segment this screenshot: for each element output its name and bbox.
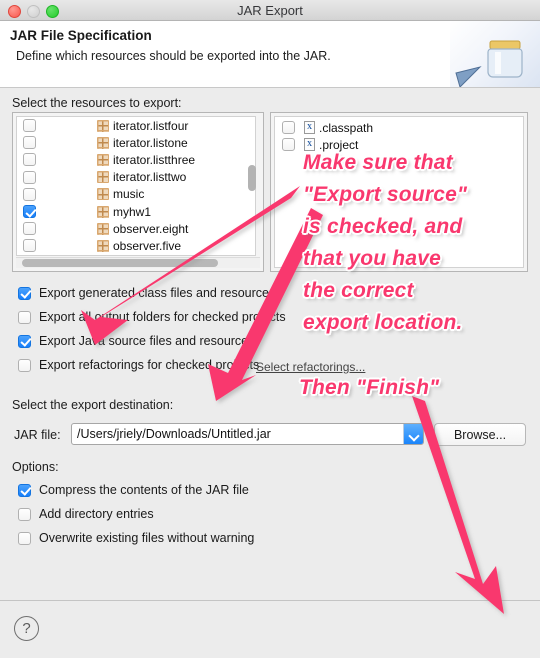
dialog-header: JAR File Specification Define which reso… [0,21,540,88]
checkbox[interactable] [18,358,31,372]
checkbox-checked[interactable] [18,483,31,497]
table-row[interactable]: iterator.listfour [17,117,255,134]
list-item[interactable]: X .classpath [275,117,523,136]
xml-file-icon: X [304,138,315,152]
table-row[interactable]: iterator.listtwo [17,169,255,186]
browse-button[interactable]: Browse... [434,423,526,446]
tree-item-label: iterator.listtwo [113,170,187,185]
export-output-folders-option[interactable]: Export all output folders for checked pr… [18,310,286,324]
checkbox[interactable] [18,310,31,324]
tree-checkbox[interactable] [23,239,36,253]
tree-item-label: observer.five [113,238,182,253]
resource-file-list[interactable]: X .classpath X .project [274,116,524,268]
jar-file-value[interactable]: /Users/jriely/Downloads/Untitled.jar [72,427,403,441]
xml-file-icon: X [304,121,315,135]
export-refactorings-option[interactable]: Export refactorings for checked projects [18,358,259,372]
resource-tree-panel[interactable]: iterator.listfour iterator.listone itera… [12,112,264,272]
tree-checkbox[interactable] [23,119,36,133]
resource-file-panel[interactable]: X .classpath X .project [270,112,528,272]
table-row[interactable]: observer.five [17,237,255,254]
table-row[interactable]: iterator.listthree [17,151,255,168]
export-class-files-option[interactable]: Export generated class files and resourc… [18,286,275,300]
tree-checkbox[interactable] [23,187,36,201]
table-row[interactable]: music [17,186,255,203]
export-destination-label: Select the export destination: [12,398,174,412]
table-row[interactable]: observer.four [17,255,255,256]
option-label: Compress the contents of the JAR file [39,483,249,497]
overwrite-existing-option[interactable]: Overwrite existing files without warning [18,531,254,545]
jar-file-input[interactable]: /Users/jriely/Downloads/Untitled.jar [71,423,424,445]
package-icon [97,188,109,201]
tree-horizontal-scrollbar[interactable] [22,259,218,267]
chevron-down-icon[interactable] [403,424,423,444]
tree-vertical-scrollbar[interactable] [248,165,256,191]
resource-tree-list[interactable]: iterator.listfour iterator.listone itera… [16,116,256,256]
option-label: Export all output folders for checked pr… [39,310,286,324]
file-item-label: .project [319,137,359,152]
page-subtitle: Define which resources should be exporte… [16,49,331,63]
tree-item-label: iterator.listthree [113,152,196,167]
tree-item-label: myhw1 [113,204,152,219]
table-row[interactable]: myhw1 [17,203,255,220]
jar-jar-file-icon [450,21,540,87]
help-button[interactable]: ? [14,616,39,641]
compress-contents-option[interactable]: Compress the contents of the JAR file [18,483,249,497]
package-icon [97,153,109,166]
checkbox[interactable] [18,531,31,545]
package-icon [97,205,109,218]
package-icon [97,222,109,235]
tree-item-label: iterator.listone [113,135,188,150]
tree-checkbox[interactable] [23,222,36,236]
option-label: Export generated class files and resourc… [39,286,276,300]
tree-item-label: iterator.listfour [113,118,189,133]
option-label: Export Java source files and resources [39,334,255,348]
checkbox[interactable] [18,507,31,521]
package-icon [97,119,109,132]
tree-checkbox[interactable] [23,153,36,167]
resources-label: Select the resources to export: [12,96,182,110]
window-title: JAR Export [237,3,303,18]
option-label: Export refactorings for checked projects [39,358,260,372]
list-item[interactable]: X .project [275,136,523,153]
file-checkbox[interactable] [282,121,295,135]
tree-item-label: observer.eight [113,221,189,236]
option-label: Overwrite existing files without warning [39,531,255,545]
options-label: Options: [12,460,59,474]
option-label: Add directory entries [39,507,154,521]
select-refactorings-link[interactable]: Select refactorings... [256,360,365,374]
tree-horizontal-scroll-track[interactable] [16,257,260,268]
checkbox-checked[interactable] [18,286,31,300]
table-row[interactable]: iterator.listone [17,134,255,151]
tree-checkbox[interactable] [23,136,36,150]
tree-item-label: music [113,187,145,202]
dialog-footer: ? < Back Next > Cancel Finish [0,600,540,658]
package-icon [97,239,109,252]
jar-export-dialog: JAR Export JAR File Specification Define… [0,0,540,658]
file-checkbox[interactable] [282,138,295,152]
file-item-label: .classpath [319,120,374,135]
page-title: JAR File Specification [10,28,152,43]
checkbox-checked[interactable] [18,334,31,348]
jar-file-label: JAR file: [14,428,61,442]
package-icon [97,136,109,149]
window-titlebar: JAR Export [0,0,540,21]
jar-graphic [455,40,523,87]
dialog-body: Select the resources to export: iterator… [0,88,540,600]
tree-checkbox[interactable] [23,170,36,184]
package-icon [97,171,109,184]
add-directory-entries-option[interactable]: Add directory entries [18,507,154,521]
table-row[interactable]: observer.eight [17,220,255,237]
export-java-source-option[interactable]: Export Java source files and resources [18,334,254,348]
tree-checkbox-checked[interactable] [23,205,36,219]
